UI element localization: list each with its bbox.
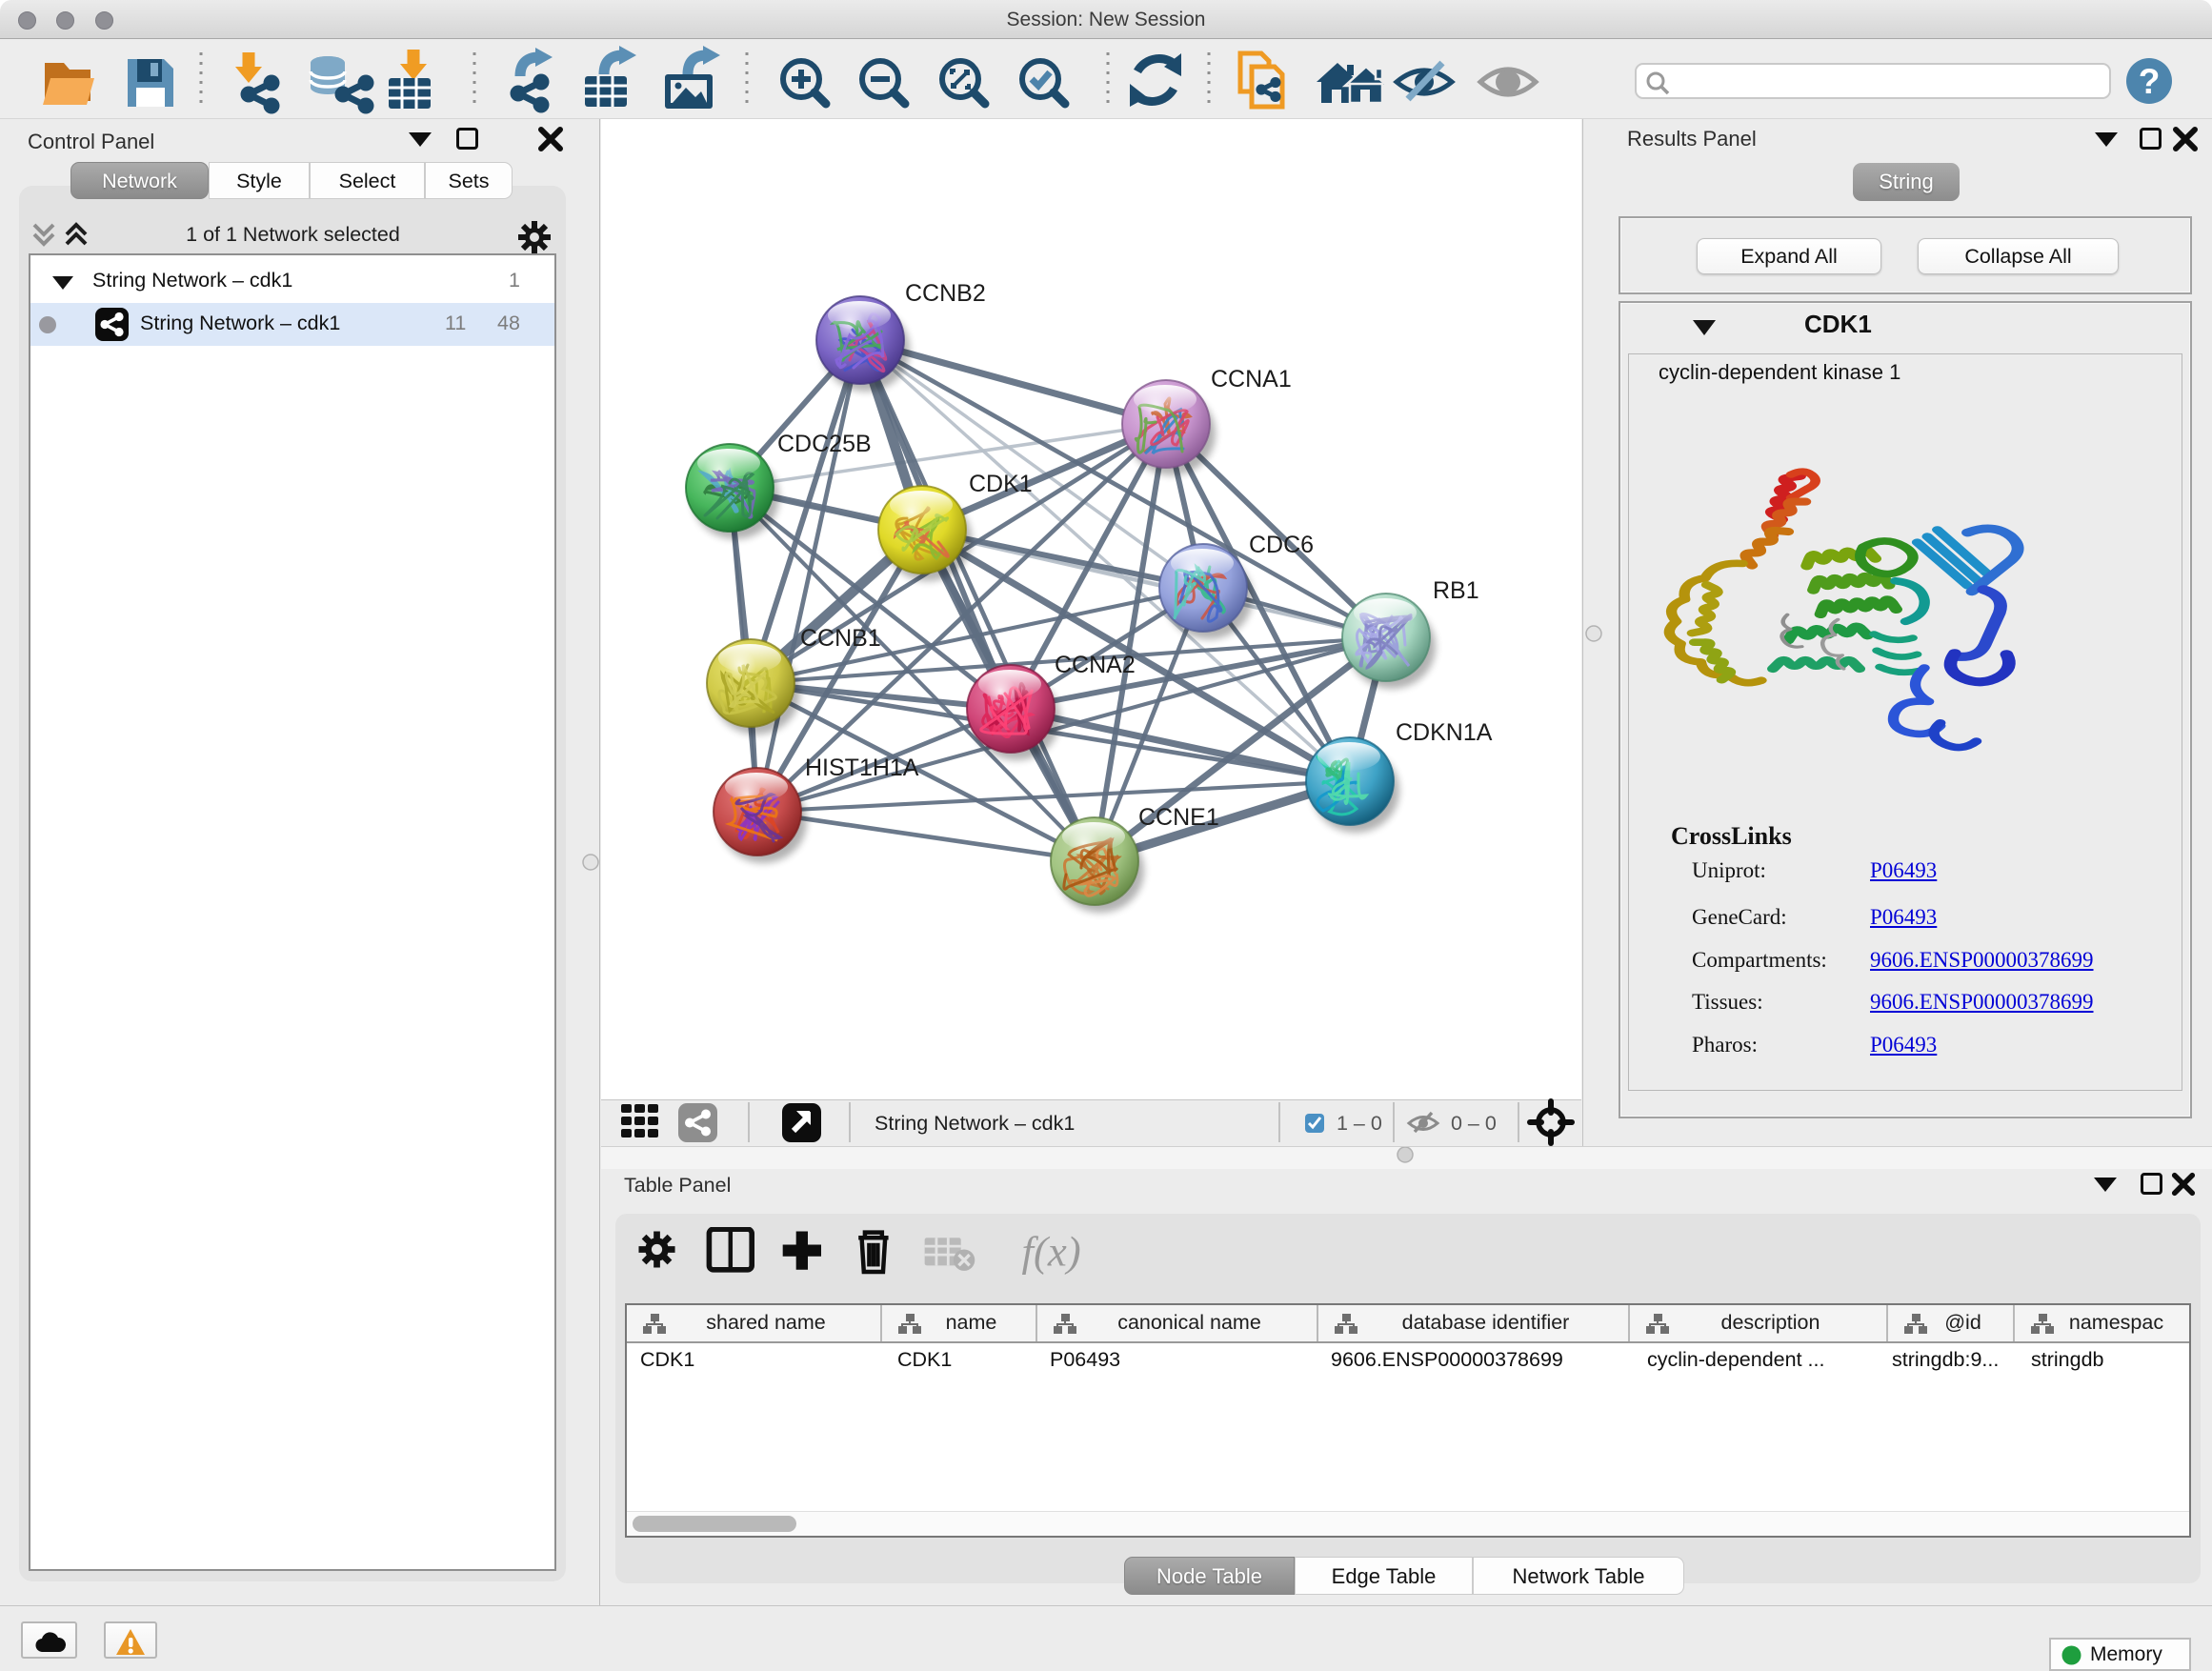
svg-text:CCNB2: CCNB2 — [905, 280, 986, 307]
svg-text:f(x): f(x) — [1022, 1227, 1081, 1275]
svg-text:String Network – cdk1: String Network – cdk1 — [875, 1112, 1075, 1135]
svg-text:CDC6: CDC6 — [1249, 532, 1314, 558]
svg-text:CDC25B: CDC25B — [777, 431, 872, 457]
svg-text:0 – 0: 0 – 0 — [1451, 1112, 1497, 1135]
svg-text:CCNA1: CCNA1 — [1211, 366, 1292, 393]
svg-text:?: ? — [2139, 62, 2161, 101]
svg-text:RB1: RB1 — [1433, 577, 1479, 604]
svg-text:CDKN1A: CDKN1A — [1396, 719, 1493, 746]
svg-text:HIST1H1A: HIST1H1A — [805, 755, 919, 781]
svg-text:CCNE1: CCNE1 — [1138, 804, 1219, 831]
svg-text:CCNA2: CCNA2 — [1055, 652, 1136, 678]
svg-text:CDK1: CDK1 — [969, 471, 1033, 497]
svg-text:CCNB1: CCNB1 — [800, 625, 881, 652]
svg-text:1 – 0: 1 – 0 — [1337, 1112, 1382, 1135]
